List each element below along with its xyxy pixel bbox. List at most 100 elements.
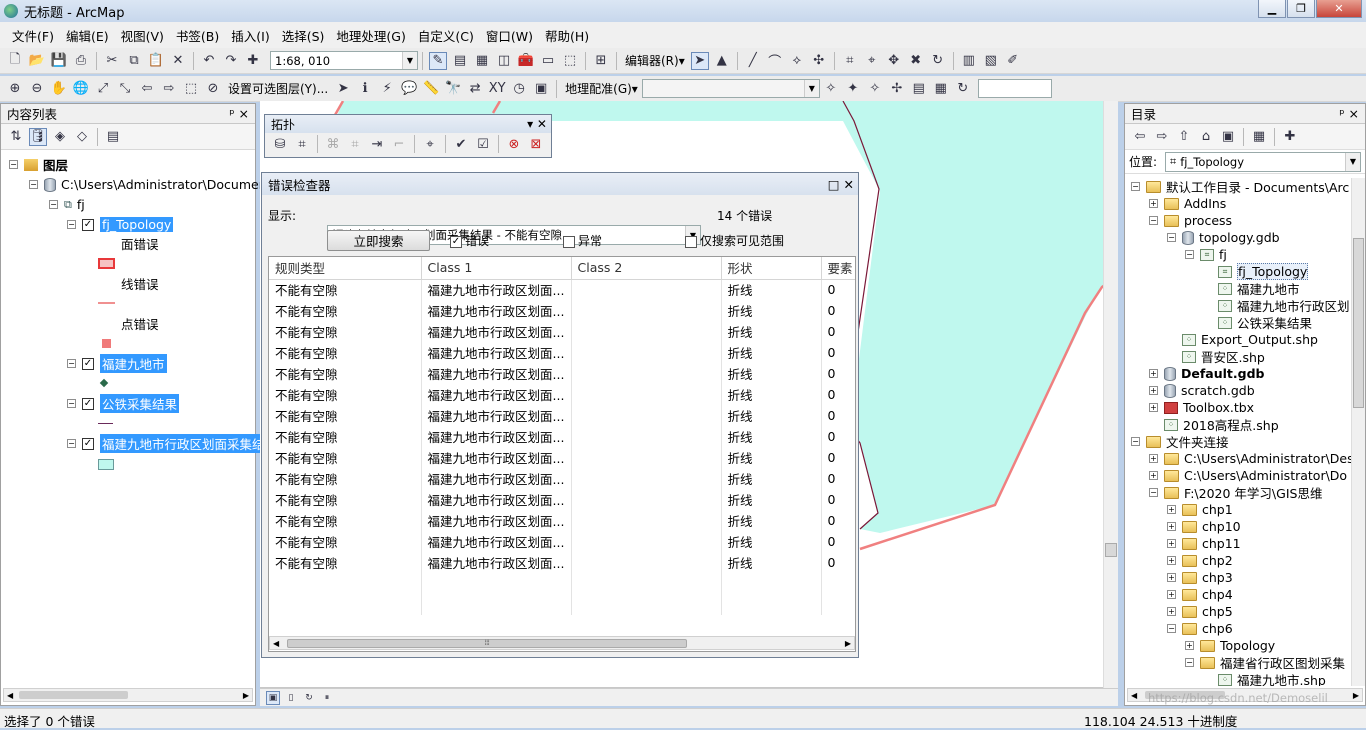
editor-menu[interactable]: 编辑器(R)▾ <box>625 52 685 69</box>
catalog-tree-item[interactable]: + chp4 <box>1167 586 1233 603</box>
go-forward-icon[interactable]: ⇨ <box>160 80 178 98</box>
restore-button[interactable]: ❐ <box>1287 0 1315 18</box>
expand-icon[interactable]: + <box>1185 641 1194 650</box>
collapse-icon[interactable]: − <box>29 180 38 189</box>
edit-annotation-icon[interactable]: ▲ <box>713 52 731 70</box>
catalog-tree-item[interactable]: ⁘ 公铁采集结果 <box>1203 314 1312 331</box>
scroll-left-icon[interactable]: ◀ <box>7 691 13 700</box>
catalog-tree-item[interactable]: − topology.gdb <box>1167 229 1280 246</box>
catalog-tree-item[interactable]: ⁘ 晋安区.shp <box>1167 348 1265 365</box>
catalog-tree-item[interactable]: − F:\2020 年学习\GIS思维 <box>1149 484 1322 501</box>
catalog-tree-item[interactable]: ⌗ fj_Topology <box>1203 263 1309 280</box>
column-header[interactable]: 形状 <box>721 257 822 280</box>
zoom-in-icon[interactable]: ⊕ <box>6 80 24 98</box>
undo-icon[interactable]: ↶ <box>200 52 218 70</box>
go-to-xy-icon[interactable]: XY <box>488 80 506 98</box>
collapse-icon[interactable]: − <box>67 359 76 368</box>
table-row[interactable]: 不能有空隙 福建九地市行政区划面... 折线 0 <box>269 552 855 573</box>
visible-extent-checkbox[interactable] <box>685 235 697 248</box>
table-row[interactable]: 不能有空隙 福建九地市行政区划面... 折线 0 <box>269 321 855 342</box>
planarize-icon[interactable]: ⌗ <box>346 135 364 153</box>
measure-icon[interactable]: 📏 <box>422 80 440 98</box>
collapse-icon[interactable]: − <box>9 160 18 169</box>
collapse-icon[interactable]: − <box>1149 488 1158 497</box>
catalog-pin-close[interactable]: ᵖ × <box>1339 106 1359 121</box>
menu-insert[interactable]: 插入(I) <box>225 26 275 45</box>
table-row[interactable]: 不能有空隙 福建九地市行政区划面... 折线 0 <box>269 300 855 321</box>
collapse-icon[interactable]: − <box>67 220 76 229</box>
exceptions-checkbox[interactable] <box>563 235 575 248</box>
catalog-tree-item[interactable]: − 福建省行政区图划采集 <box>1185 654 1345 671</box>
cut-polygons-icon[interactable]: ⌖ <box>863 52 881 70</box>
toc-layer-roads[interactable]: − ✓ 公铁采集结果 <box>67 394 180 413</box>
catalog-tree-item[interactable]: + Default.gdb <box>1149 365 1264 382</box>
dialog-controls[interactable]: □ ✕ <box>828 177 854 192</box>
remove-error-icon[interactable]: ⊗ <box>505 135 523 153</box>
list-by-visibility-icon[interactable]: ◈ <box>51 128 69 146</box>
search-now-button[interactable]: 立即搜索 <box>327 230 430 251</box>
table-of-contents-icon[interactable]: ▤ <box>451 52 469 70</box>
catalog-vertical-scrollbar[interactable] <box>1351 178 1365 686</box>
expand-icon[interactable]: + <box>1149 454 1158 463</box>
expand-icon[interactable]: + <box>1167 505 1176 514</box>
collapse-icon[interactable]: − <box>67 439 76 448</box>
expand-icon[interactable]: + <box>1149 471 1158 480</box>
scale-icon[interactable]: ✧ <box>866 80 884 98</box>
catalog-icon[interactable]: ▦ <box>473 52 491 70</box>
catalog-tree-item[interactable]: + C:\Users\Administrator\Do <box>1149 467 1347 484</box>
catalog-tree-item[interactable]: ⁘ 福建九地市行政区划 <box>1203 297 1350 314</box>
new-item-icon[interactable]: ✚ <box>1281 128 1299 146</box>
scroll-left-icon[interactable]: ◀ <box>1131 691 1137 700</box>
find-icon[interactable]: 🔭 <box>444 80 462 98</box>
scrollbar-thumb[interactable] <box>1105 543 1117 557</box>
trace-icon[interactable]: ⟡ <box>788 52 806 70</box>
menu-view[interactable]: 视图(V) <box>115 26 170 45</box>
scrollbar-thumb[interactable]: ⦙⦙⦙ <box>287 638 688 648</box>
fixed-zoom-in-icon[interactable]: ⤢ <box>94 80 112 98</box>
catalog-tree-item[interactable]: + chp11 <box>1167 535 1241 552</box>
find-route-icon[interactable]: ⇄ <box>466 80 484 98</box>
collapse-icon[interactable]: − <box>67 399 76 408</box>
column-header[interactable]: 规则类型 <box>269 257 422 280</box>
search-window-icon[interactable]: ◫ <box>495 52 513 70</box>
toc-layer-topology[interactable]: − ✓ fj_Topology <box>67 216 174 233</box>
error-table-icon[interactable]: ⊠ <box>527 135 545 153</box>
errors-checkbox[interactable]: ✓ <box>450 235 462 248</box>
catalog-tree-item[interactable]: + C:\Users\Administrator\Des <box>1149 450 1351 467</box>
paste-icon[interactable]: 📋 <box>147 52 165 70</box>
table-row[interactable]: 不能有空隙 福建九地市行政区划面... 折线 0 <box>269 363 855 384</box>
catalog-tree-item[interactable]: − ⌗ fj <box>1185 246 1227 263</box>
arctoolbox-icon[interactable]: 🧰 <box>517 52 535 70</box>
menu-file[interactable]: 文件(F) <box>6 26 60 45</box>
errors-option[interactable]: ✓ 错误 <box>450 232 489 249</box>
selectable-layers-button[interactable]: 设置可选图层(Y)... <box>228 80 328 97</box>
collapse-icon[interactable]: − <box>1167 624 1176 633</box>
copy-icon[interactable]: ⧉ <box>125 52 143 70</box>
clear-selection-icon[interactable]: ⊘ <box>204 80 222 98</box>
back-icon[interactable]: ⇦ <box>1131 128 1149 146</box>
list-by-drawing-order-icon[interactable]: ⇅ <box>7 128 25 146</box>
data-view-icon[interactable]: ▣ <box>266 690 280 705</box>
edit-pointer-icon[interactable]: ➤ <box>690 51 709 70</box>
table-row[interactable]: 不能有空隙 福建九地市行政区划面... 折线 0 <box>269 447 855 468</box>
error-inspector-icon[interactable]: ☑ <box>474 135 492 153</box>
catalog-tree-item[interactable]: + chp10 <box>1167 518 1241 535</box>
expand-icon[interactable]: + <box>1167 522 1176 531</box>
scrollbar-thumb[interactable] <box>1353 238 1364 408</box>
refresh-view-icon[interactable]: ↻ <box>302 691 316 705</box>
add-control-points-icon[interactable]: ✢ <box>888 80 906 98</box>
hyperlink-icon[interactable]: ⚡ <box>378 80 396 98</box>
pan-icon[interactable]: ✋ <box>50 80 68 98</box>
list-by-source-icon[interactable]: 🛢 <box>29 127 47 146</box>
menu-selection[interactable]: 选择(S) <box>276 26 331 45</box>
catalog-tree-item[interactable]: ⁘ Export_Output.shp <box>1167 331 1318 348</box>
catalog-tree-item[interactable]: + scratch.gdb <box>1149 382 1255 399</box>
expand-icon[interactable]: + <box>1167 539 1176 548</box>
create-viewer-icon[interactable]: ▣ <box>532 80 550 98</box>
layer-visibility-checkbox[interactable]: ✓ <box>82 397 94 410</box>
split-icon[interactable]: ✥ <box>885 52 903 70</box>
catalog-tree-item[interactable]: + chp3 <box>1167 569 1233 586</box>
toc-path-row[interactable]: − C:\Users\Administrator\Documer <box>29 176 264 193</box>
edit-tool-menu-icon[interactable]: ⊞ <box>592 52 610 70</box>
collapse-icon[interactable]: − <box>1131 182 1140 191</box>
